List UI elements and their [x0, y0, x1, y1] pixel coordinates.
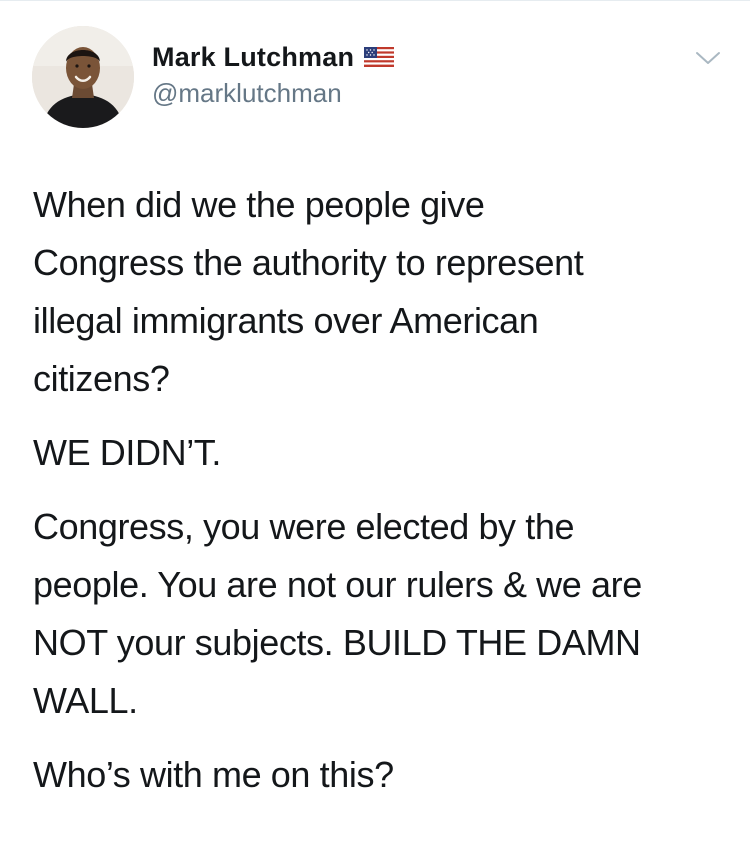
profile-photo	[32, 26, 134, 128]
us-flag-icon	[364, 47, 395, 67]
author-display-name[interactable]: Mark Lutchman	[152, 42, 354, 73]
author-name-row: Mark Lutchman	[152, 40, 395, 74]
tweet-card: Mark Lutchman @marklutchman When did we …	[0, 0, 750, 858]
tweet-text: When did we the people give Congress the…	[33, 176, 733, 820]
chevron-down-icon[interactable]	[694, 48, 722, 68]
author-handle[interactable]: @marklutchman	[152, 78, 342, 109]
tweet-paragraph: Who’s with me on this?	[33, 754, 394, 795]
tweet-paragraph: WE DIDN’T.	[33, 432, 221, 473]
tweet-paragraph: When did we the people give Congress the…	[33, 184, 584, 399]
tweet-paragraph: Congress, you were elected by the people…	[33, 506, 642, 721]
avatar[interactable]	[32, 26, 134, 128]
